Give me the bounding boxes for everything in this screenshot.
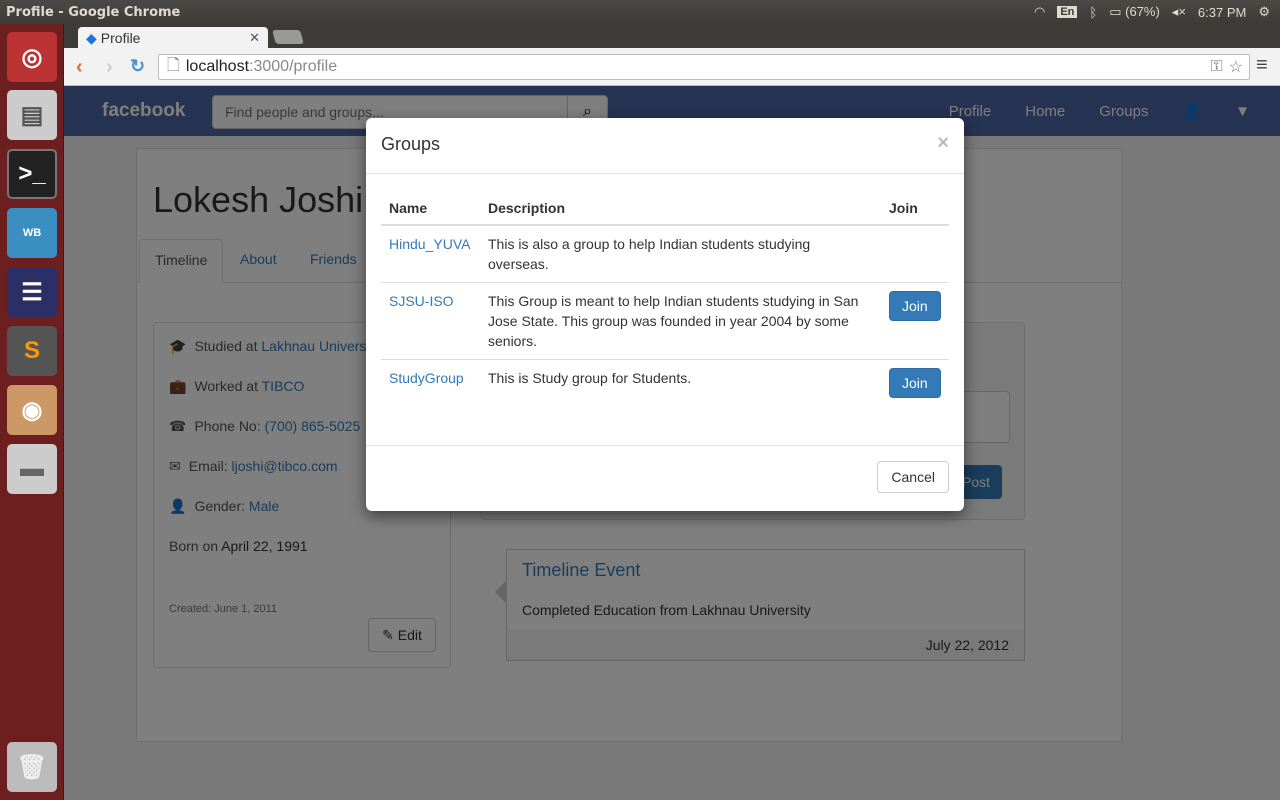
close-icon[interactable]: × — [937, 132, 949, 155]
favicon-icon: ◆ — [86, 29, 97, 46]
group-description: This is Study group for Students. — [480, 359, 881, 444]
groups-table: Name Description Join Hindu_YUVA This is… — [381, 192, 949, 444]
window-title: Profile - Google Chrome — [6, 4, 181, 20]
wifi-icon[interactable]: ◠ — [1034, 4, 1045, 20]
group-description: This is also a group to help Indian stud… — [480, 224, 881, 283]
group-description: This Group is meant to help Indian stude… — [480, 282, 881, 360]
table-row: StudyGroup This is Study group for Stude… — [381, 359, 949, 444]
new-tab-button[interactable] — [272, 30, 304, 44]
battery-text: (67%) — [1125, 4, 1160, 19]
col-name: Name — [381, 192, 480, 226]
trash-icon[interactable]: 🗑 — [7, 742, 57, 792]
tab-title: Profile — [100, 30, 141, 46]
modal-title: Groups — [381, 134, 441, 154]
files-icon[interactable]: ▤ — [7, 90, 57, 140]
join-button[interactable]: Join — [889, 291, 941, 321]
col-join: Join — [881, 192, 949, 226]
launcher: ◎ ▤ >_ WB ☰ S ◉ ▬ 🗑 — [0, 24, 64, 800]
close-tab-icon[interactable]: ✕ — [249, 30, 260, 46]
url-path: :3000/profile — [249, 58, 338, 75]
disk-icon[interactable]: ▬ — [7, 444, 57, 494]
keyboard-indicator[interactable]: En — [1057, 6, 1078, 18]
reload-icon[interactable]: ↻ — [130, 56, 145, 77]
table-row: Hindu_YUVA This is also a group to help … — [381, 224, 949, 283]
power-gear-icon[interactable]: ⚙ — [1258, 4, 1270, 20]
browser-toolbar: ‹ › ↻ 🗋 localhost:3000/profile ⚿ ☆ ≡ — [64, 48, 1280, 86]
address-bar[interactable]: 🗋 localhost:3000/profile ⚿ ☆ — [158, 54, 1250, 80]
modal-header: Groups × — [366, 118, 964, 174]
forward-icon[interactable]: › — [106, 56, 113, 79]
col-description: Description — [480, 192, 881, 226]
sublime-text-icon[interactable]: S — [7, 326, 57, 376]
eclipse-icon[interactable]: ☰ — [7, 267, 57, 317]
table-row: SJSU-ISO This Group is meant to help Ind… — [381, 282, 949, 360]
modal-footer: Cancel — [366, 445, 964, 511]
terminal-icon[interactable]: >_ — [7, 149, 57, 199]
bookmark-star-icon[interactable]: ☆ — [1229, 57, 1243, 77]
clock[interactable]: 6:37 PM — [1198, 5, 1246, 20]
group-link[interactable]: SJSU-ISO — [389, 293, 454, 309]
battery-indicator[interactable]: ▭ (67%) — [1109, 4, 1160, 20]
mysql-workbench-icon[interactable]: WB — [7, 208, 57, 258]
page-icon: 🗋 — [167, 56, 180, 74]
group-link[interactable]: Hindu_YUVA — [389, 236, 470, 252]
ubuntu-dash-icon[interactable]: ◎ — [7, 32, 57, 82]
back-icon[interactable]: ‹ — [76, 56, 83, 79]
menu-icon[interactable]: ≡ — [1256, 54, 1268, 77]
browser-tab[interactable]: ◆ Profile ✕ — [78, 27, 268, 49]
chrome-icon[interactable]: ◉ — [7, 385, 57, 435]
tab-strip: ◆ Profile ✕ — [64, 24, 1280, 49]
key-icon[interactable]: ⚿ — [1210, 58, 1222, 76]
web-page: facebook ⌕ Profile Home Groups 👤 ▼ Lokes… — [64, 86, 1280, 800]
system-top-bar: Profile - Google Chrome ◠ En ᛒ ▭ (67%) ◂… — [0, 0, 1280, 24]
volume-muted-icon[interactable]: ◂× — [1172, 4, 1186, 20]
group-link[interactable]: StudyGroup — [389, 370, 464, 386]
cancel-button[interactable]: Cancel — [877, 461, 949, 493]
join-button[interactable]: Join — [889, 368, 941, 398]
groups-modal: Groups × Name Description Join Hindu_YUV… — [366, 118, 964, 511]
url-host: localhost — [185, 58, 250, 75]
bluetooth-icon[interactable]: ᛒ — [1089, 5, 1097, 20]
